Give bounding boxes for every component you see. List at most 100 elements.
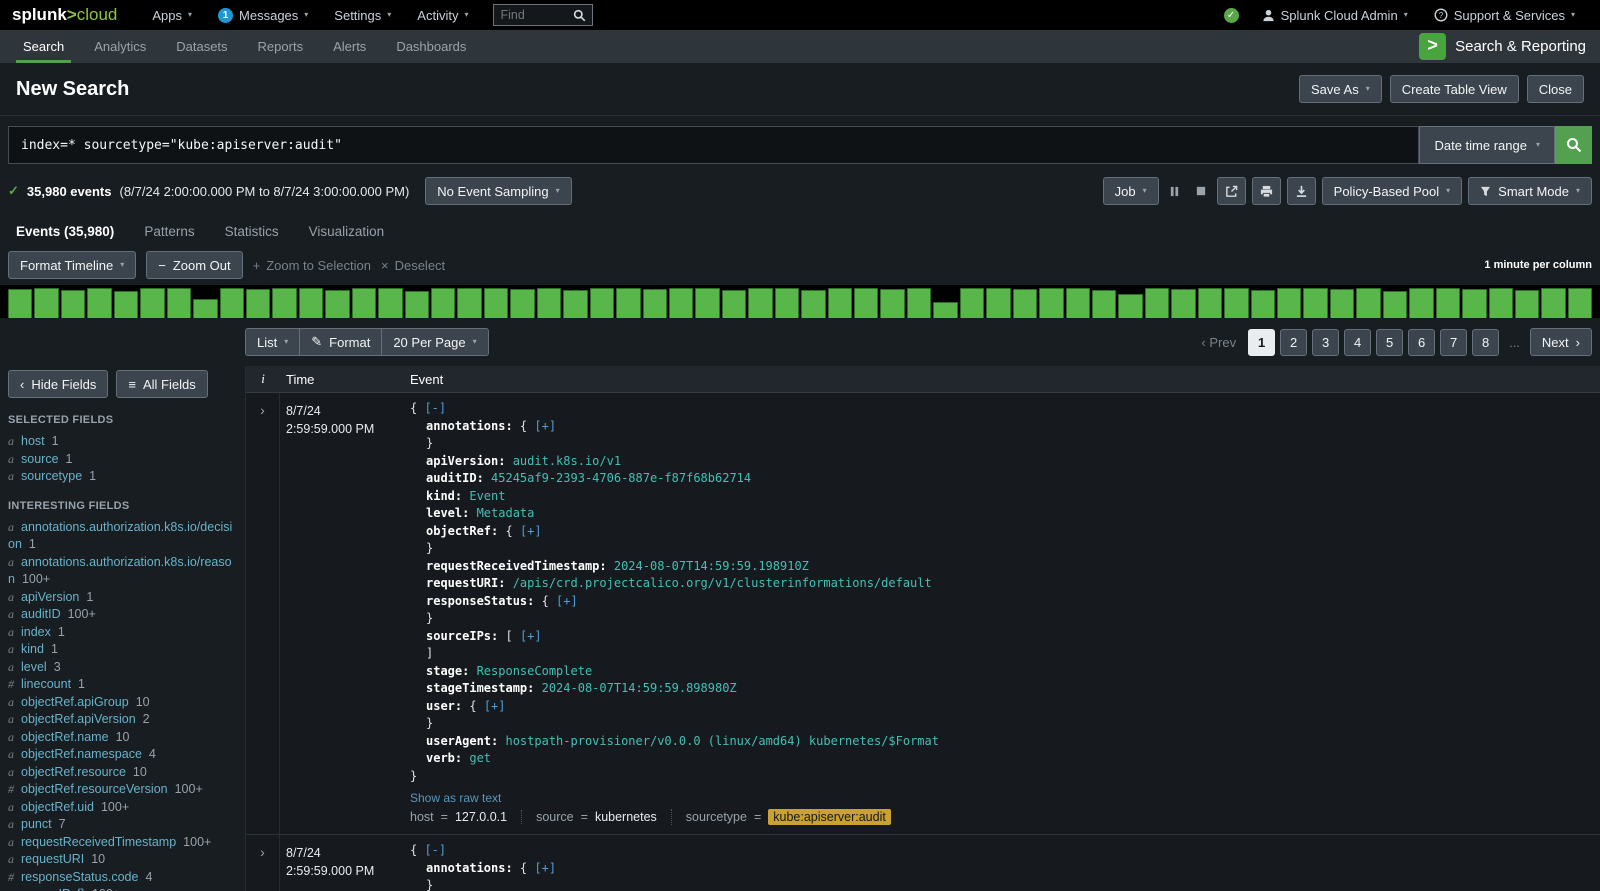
- appnav-tab-search[interactable]: Search: [8, 30, 79, 63]
- field-name-link[interactable]: apiVersion: [21, 590, 79, 604]
- search-query-input[interactable]: [21, 138, 1406, 153]
- timeline-bar[interactable]: [352, 288, 376, 318]
- cloud-health-icon[interactable]: ✓: [1224, 8, 1239, 23]
- json-expand-toggle[interactable]: [+]: [520, 524, 542, 538]
- timeline-bar[interactable]: [616, 288, 640, 318]
- field-name-link[interactable]: requestReceivedTimestamp: [21, 835, 176, 849]
- timeline-bar[interactable]: [1330, 289, 1354, 318]
- page-button-8[interactable]: 8: [1472, 329, 1499, 356]
- stop-job-button[interactable]: [1191, 179, 1211, 203]
- hide-fields-button[interactable]: ‹ Hide Fields: [8, 370, 108, 398]
- timeline-bar[interactable]: [272, 288, 296, 318]
- json-expand-toggle[interactable]: [+]: [534, 419, 556, 433]
- timeline-histogram[interactable]: [0, 285, 1600, 318]
- timeline-bar[interactable]: [1568, 288, 1592, 318]
- format-timeline-button[interactable]: Format Timeline ▾: [8, 251, 136, 279]
- show-raw-text-link[interactable]: Show as raw text: [410, 791, 1590, 805]
- timeline-bar[interactable]: [801, 290, 825, 318]
- timeline-bar[interactable]: [1356, 288, 1380, 318]
- timeline-bar[interactable]: [299, 288, 323, 318]
- timeline-bar[interactable]: [431, 288, 455, 318]
- find-input[interactable]: [500, 8, 569, 22]
- timeline-bar[interactable]: [457, 288, 481, 318]
- timeline-bar[interactable]: [1145, 288, 1169, 318]
- print-button[interactable]: [1252, 177, 1281, 205]
- page-button-7[interactable]: 7: [1440, 329, 1467, 356]
- event-expand-caret[interactable]: ›: [246, 393, 280, 834]
- messages-menu[interactable]: 1 Messages ▾: [205, 0, 321, 30]
- field-name-link[interactable]: source: [21, 452, 59, 466]
- field-name-link[interactable]: objectRef.apiGroup: [21, 695, 129, 709]
- page-button-3[interactable]: 3: [1312, 329, 1339, 356]
- create-table-view-button[interactable]: Create Table View: [1390, 75, 1519, 103]
- result-tab[interactable]: Patterns: [144, 224, 194, 239]
- timeline-bar[interactable]: [986, 288, 1010, 318]
- field-name-link[interactable]: objectRef.namespace: [21, 747, 142, 761]
- timeline-bar[interactable]: [140, 288, 164, 318]
- search-input-wrap[interactable]: [8, 126, 1419, 164]
- support-menu[interactable]: ? Support & Services ▾: [1421, 0, 1588, 30]
- date-range-picker[interactable]: Date time range ▾: [1419, 126, 1555, 164]
- user-menu[interactable]: Splunk Cloud Admin ▾: [1249, 0, 1421, 30]
- field-name-link[interactable]: responseStatus.code: [21, 870, 138, 884]
- timeline-bar[interactable]: [880, 289, 904, 318]
- event-sampling-button[interactable]: No Event Sampling ▾: [425, 177, 571, 205]
- close-button[interactable]: Close: [1527, 75, 1584, 103]
- json-expand-toggle[interactable]: [+]: [520, 629, 542, 643]
- timeline-bar[interactable]: [510, 289, 534, 318]
- field-name-link[interactable]: objectRef.resource: [21, 765, 126, 779]
- run-search-button[interactable]: [1555, 126, 1592, 164]
- timeline-bar[interactable]: [1118, 294, 1142, 318]
- timeline-bar[interactable]: [1277, 288, 1301, 318]
- app-identity[interactable]: > Search & Reporting: [1419, 30, 1592, 63]
- timeline-bar[interactable]: [1224, 288, 1248, 318]
- field-name-link[interactable]: linecount: [21, 677, 71, 691]
- timeline-bar[interactable]: [193, 299, 217, 318]
- appnav-tab-reports[interactable]: Reports: [243, 30, 319, 63]
- meta-field-value[interactable]: 127.0.0.1: [455, 810, 507, 824]
- field-name-link[interactable]: objectRef.uid: [21, 800, 94, 814]
- json-expand-toggle[interactable]: [-]: [424, 401, 446, 415]
- timeline-bar[interactable]: [854, 288, 878, 318]
- event-expand-caret[interactable]: ›: [246, 835, 280, 891]
- timeline-bar[interactable]: [1515, 290, 1539, 319]
- timeline-bar[interactable]: [933, 302, 957, 319]
- field-name-link[interactable]: sourcetype: [21, 469, 82, 483]
- timeline-bar[interactable]: [775, 288, 799, 318]
- apps-menu[interactable]: Apps ▾: [139, 0, 205, 30]
- timeline-bar[interactable]: [34, 288, 58, 318]
- pause-job-button[interactable]: [1165, 179, 1185, 203]
- timeline-bar[interactable]: [669, 288, 693, 318]
- timeline-bar[interactable]: [1383, 291, 1407, 318]
- prev-page-button[interactable]: ‹ Prev: [1201, 335, 1236, 350]
- share-job-button[interactable]: [1217, 177, 1246, 205]
- field-name-link[interactable]: requestURI: [21, 852, 84, 866]
- field-name-link[interactable]: objectRef.resourceVersion: [21, 782, 168, 796]
- page-button-2[interactable]: 2: [1280, 329, 1307, 356]
- timeline-bar[interactable]: [1489, 288, 1513, 318]
- appnav-tab-analytics[interactable]: Analytics: [79, 30, 161, 63]
- result-tab[interactable]: Visualization: [309, 224, 385, 239]
- timeline-bar[interactable]: [1066, 288, 1090, 318]
- timeline-bar[interactable]: [1039, 288, 1063, 318]
- field-name-link[interactable]: kind: [21, 642, 44, 656]
- timeline-bar[interactable]: [537, 288, 561, 318]
- timeline-bar[interactable]: [1541, 288, 1565, 318]
- timeline-bar[interactable]: [960, 288, 984, 318]
- settings-menu[interactable]: Settings ▾: [321, 0, 404, 30]
- timeline-bar[interactable]: [1436, 288, 1460, 318]
- field-name-link[interactable]: index: [21, 625, 51, 639]
- timeline-bar[interactable]: [325, 290, 349, 319]
- meta-field-value[interactable]: kubernetes: [595, 810, 657, 824]
- per-page-button[interactable]: 20 Per Page ▾: [381, 328, 488, 356]
- next-page-button[interactable]: Next ›: [1530, 328, 1592, 356]
- json-expand-toggle[interactable]: [+]: [484, 699, 506, 713]
- timeline-bar[interactable]: [643, 289, 667, 318]
- timeline-bar[interactable]: [722, 290, 746, 319]
- page-button-5[interactable]: 5: [1376, 329, 1403, 356]
- page-button-6[interactable]: 6: [1408, 329, 1435, 356]
- timeline-bar[interactable]: [220, 288, 244, 318]
- zoom-to-selection-button[interactable]: + Zoom to Selection: [253, 258, 371, 273]
- timeline-bar[interactable]: [1198, 288, 1222, 318]
- timeline-bar[interactable]: [378, 288, 402, 318]
